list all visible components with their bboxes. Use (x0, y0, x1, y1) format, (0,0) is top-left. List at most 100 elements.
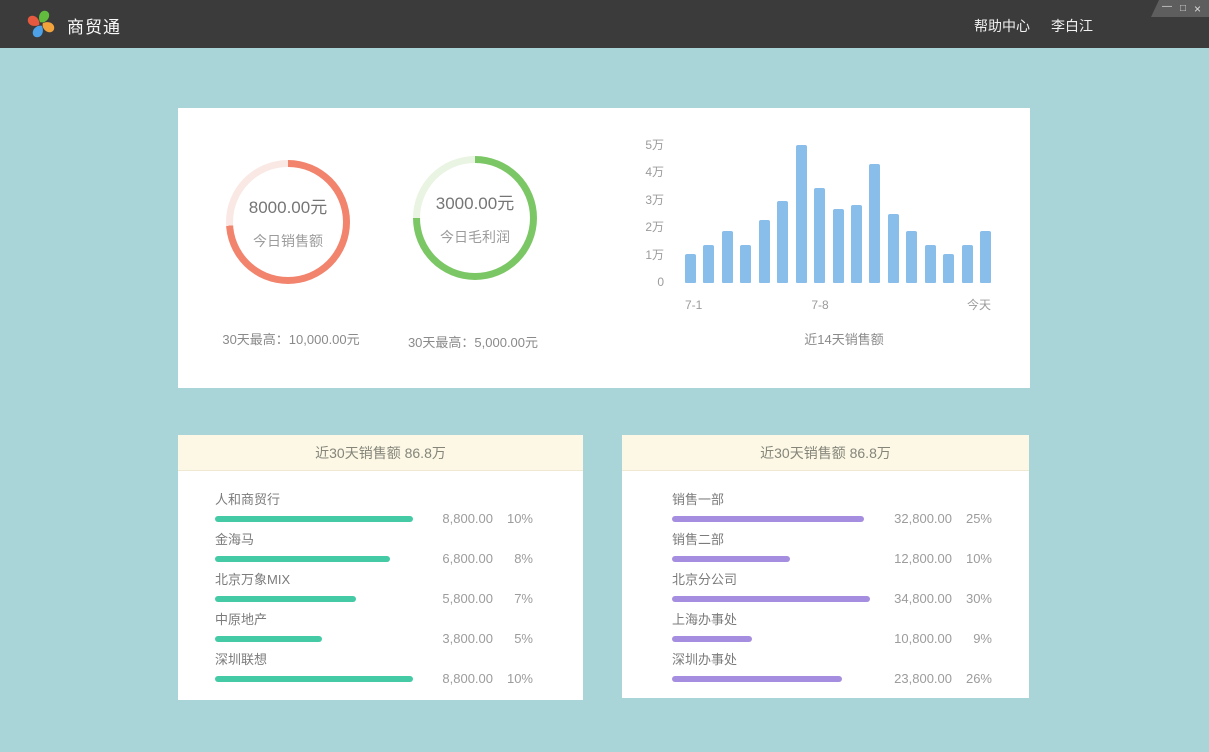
daily-sales-bars (685, 145, 991, 283)
donut-hole: 8000.00元 今日销售额 (233, 167, 343, 277)
ranking-row: 中原地产3,800.005% (178, 612, 583, 642)
ranking-percent: 10% (493, 511, 533, 526)
user-name-link[interactable]: 李白江 (1051, 16, 1093, 36)
ranking-info: 中原地产 (215, 612, 442, 642)
ranking-row: 深圳联想8,800.0010% (178, 652, 583, 682)
ranking-name: 金海马 (215, 532, 442, 547)
close-button[interactable]: × (1194, 3, 1201, 15)
bar (685, 254, 696, 283)
bar-chart-caption: 近14天销售额 (738, 329, 950, 348)
x-tick-label: 7-1 (685, 298, 702, 312)
department-ranking-card: 近30天销售额 86.8万 销售一部32,800.0025%销售二部12,800… (622, 435, 1029, 698)
ranking-name: 深圳联想 (215, 652, 442, 667)
ranking-row: 上海办事处10,800.009% (622, 612, 1029, 642)
ranking-row: 人和商贸行8,800.0010% (178, 492, 583, 522)
ranking-values: 8,800.0010% (442, 656, 533, 686)
bar (740, 245, 751, 283)
y-tick-label: 2万 (645, 220, 664, 234)
customer-ranking-list: 人和商贸行8,800.0010%金海马6,800.008%北京万象MIX5,80… (178, 471, 583, 682)
ranking-bar (672, 556, 790, 562)
ranking-row: 金海马6,800.008% (178, 532, 583, 562)
window-controls: — □ × (1151, 0, 1209, 17)
ranking-values: 34,800.0030% (894, 576, 992, 606)
ranking-bar (672, 596, 870, 602)
department-ranking-list: 销售一部32,800.0025%销售二部12,800.0010%北京分公司34,… (622, 471, 1029, 682)
y-tick-label: 5万 (645, 138, 664, 152)
ranking-amount: 23,800.00 (894, 671, 952, 686)
customer-ranking-title: 近30天销售额 86.8万 (178, 435, 583, 471)
x-tick-label: 今天 (967, 298, 991, 312)
ranking-row: 北京万象MIX5,800.007% (178, 572, 583, 602)
y-tick-label: 0 (657, 275, 664, 289)
y-tick-label: 4万 (645, 165, 664, 179)
ranking-percent: 10% (952, 551, 992, 566)
ranking-values: 5,800.007% (442, 576, 533, 606)
ranking-name: 上海办事处 (672, 612, 894, 627)
bar (759, 220, 770, 283)
ranking-bar (215, 596, 356, 602)
ranking-amount: 3,800.00 (442, 631, 493, 646)
ranking-info: 销售一部 (672, 492, 894, 522)
customer-ranking-card: 近30天销售额 86.8万 人和商贸行8,800.0010%金海马6,800.0… (178, 435, 583, 700)
app-title: 商贸通 (67, 13, 121, 38)
ranking-amount: 8,800.00 (442, 511, 493, 526)
ranking-bar (672, 636, 752, 642)
ranking-amount: 6,800.00 (442, 551, 493, 566)
ranking-name: 销售二部 (672, 532, 894, 547)
bar (962, 245, 973, 283)
ranking-percent: 25% (952, 511, 992, 526)
ranking-percent: 5% (493, 631, 533, 646)
ranking-values: 8,800.0010% (442, 496, 533, 526)
ranking-info: 北京万象MIX (215, 572, 442, 602)
x-tick-label: 7-8 (811, 298, 828, 312)
bar (925, 245, 936, 283)
ranking-values: 6,800.008% (442, 536, 533, 566)
today-sales-value: 8000.00元 (249, 193, 327, 218)
bar (943, 254, 954, 283)
bar (851, 205, 862, 283)
bar (833, 209, 844, 283)
bar (796, 145, 807, 283)
minimize-button[interactable]: — (1162, 2, 1172, 12)
ranking-percent: 8% (493, 551, 533, 566)
overview-card: 8000.00元 今日销售额 3000.00元 今日毛利润 30天最高：10,0… (178, 108, 1030, 388)
today-sales-label: 今日销售额 (253, 231, 323, 251)
today-profit-value: 3000.00元 (436, 189, 514, 214)
profit-30d-max-footnote: 30天最高：5,000.00元 (360, 332, 586, 351)
maximize-button[interactable]: □ (1180, 4, 1186, 14)
ranking-name: 销售一部 (672, 492, 894, 507)
ranking-values: 12,800.0010% (894, 536, 992, 566)
x-axis: 7-1 7-8 今天 (685, 298, 991, 312)
ranking-amount: 8,800.00 (442, 671, 493, 686)
ranking-values: 3,800.005% (442, 616, 533, 646)
ranking-info: 人和商贸行 (215, 492, 442, 522)
bar (888, 214, 899, 283)
ranking-bar (215, 516, 413, 522)
department-ranking-title: 近30天销售额 86.8万 (622, 435, 1029, 471)
bar (703, 245, 714, 283)
bar (906, 231, 917, 283)
ranking-name: 人和商贸行 (215, 492, 442, 507)
app-logo-icon (26, 9, 56, 39)
ranking-bar (672, 516, 864, 522)
ranking-amount: 32,800.00 (894, 511, 952, 526)
ranking-bar (215, 676, 413, 682)
ranking-info: 深圳联想 (215, 652, 442, 682)
help-center-link[interactable]: 帮助中心 (974, 16, 1030, 36)
today-sales-donut: 8000.00元 今日销售额 (226, 160, 350, 284)
today-profit-label: 今日毛利润 (440, 227, 510, 247)
bar (869, 164, 880, 283)
ranking-info: 北京分公司 (672, 572, 894, 602)
ranking-values: 23,800.0026% (894, 656, 992, 686)
ranking-row: 北京分公司34,800.0030% (622, 572, 1029, 602)
donut-hole: 3000.00元 今日毛利润 (420, 163, 530, 273)
ranking-values: 32,800.0025% (894, 496, 992, 526)
ranking-percent: 10% (493, 671, 533, 686)
ranking-name: 中原地产 (215, 612, 442, 627)
ranking-info: 金海马 (215, 532, 442, 562)
ranking-amount: 12,800.00 (894, 551, 952, 566)
bar (777, 201, 788, 283)
maximize-icon: □ (1180, 3, 1186, 14)
ranking-row: 销售一部32,800.0025% (622, 492, 1029, 522)
ranking-bar (672, 676, 842, 682)
